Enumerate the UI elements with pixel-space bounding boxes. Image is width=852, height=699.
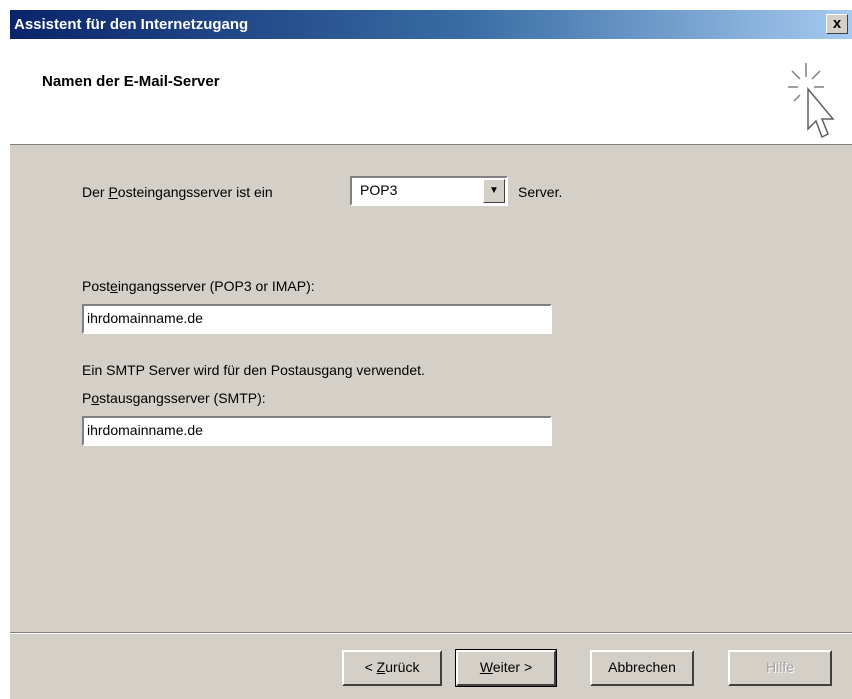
- wizard-window: Assistent für den Internetzugang x Namen…: [8, 8, 852, 699]
- server-suffix-label: Server.: [518, 184, 563, 200]
- incoming-server-label-accel: e: [110, 278, 118, 294]
- incoming-server-label-rest: ingangsserver (POP3 or IMAP):: [117, 278, 315, 294]
- next-button-accel: W: [479, 659, 493, 675]
- incoming-type-label-prefix: Der: [82, 184, 109, 200]
- button-separator: [10, 632, 852, 634]
- outgoing-server-label: Postausgangsserver (SMTP):: [82, 390, 266, 406]
- incoming-type-label-accel: P: [108, 184, 118, 200]
- next-button[interactable]: Weiter >: [455, 649, 557, 687]
- next-button-rest: eiter >: [492, 659, 533, 675]
- smtp-note: Ein SMTP Server wird für den Postausgang…: [82, 362, 425, 378]
- cancel-button[interactable]: Abbrechen: [590, 650, 694, 686]
- incoming-type-label: Der Posteingangsserver ist ein: [82, 184, 273, 200]
- server-type-value: POP3: [360, 182, 398, 198]
- close-button[interactable]: x: [826, 14, 848, 34]
- back-button[interactable]: < Zurück: [342, 650, 442, 686]
- back-button-accel: Z: [376, 659, 386, 675]
- outgoing-server-input[interactable]: ihrdomainname.de: [82, 416, 552, 446]
- wizard-header: Namen der E-Mail-Server: [10, 39, 852, 145]
- outgoing-server-label-pre: P: [82, 390, 92, 406]
- chevron-down-icon[interactable]: ▼: [483, 179, 505, 203]
- incoming-server-input[interactable]: ihrdomainname.de: [82, 304, 552, 334]
- page-title: Namen der E-Mail-Server: [42, 73, 220, 90]
- wizard-cursor-icon: [788, 63, 835, 139]
- back-button-rest: urück: [385, 659, 420, 675]
- title-bar: Assistent für den Internetzugang x: [10, 10, 852, 39]
- help-button[interactable]: Hilfe: [728, 650, 832, 686]
- incoming-server-label-pre: Post: [82, 278, 111, 294]
- incoming-server-label: Posteingangsserver (POP3 or IMAP):: [82, 278, 315, 294]
- window-title: Assistent für den Internetzugang: [14, 16, 249, 33]
- back-button-pre: <: [364, 659, 377, 675]
- outgoing-server-label-accel: o: [91, 390, 100, 406]
- outgoing-server-label-rest: stausgangsserver (SMTP):: [99, 390, 266, 406]
- incoming-type-label-rest: osteingangsserver ist ein: [117, 184, 273, 200]
- server-type-select[interactable]: POP3 ▼: [350, 176, 508, 206]
